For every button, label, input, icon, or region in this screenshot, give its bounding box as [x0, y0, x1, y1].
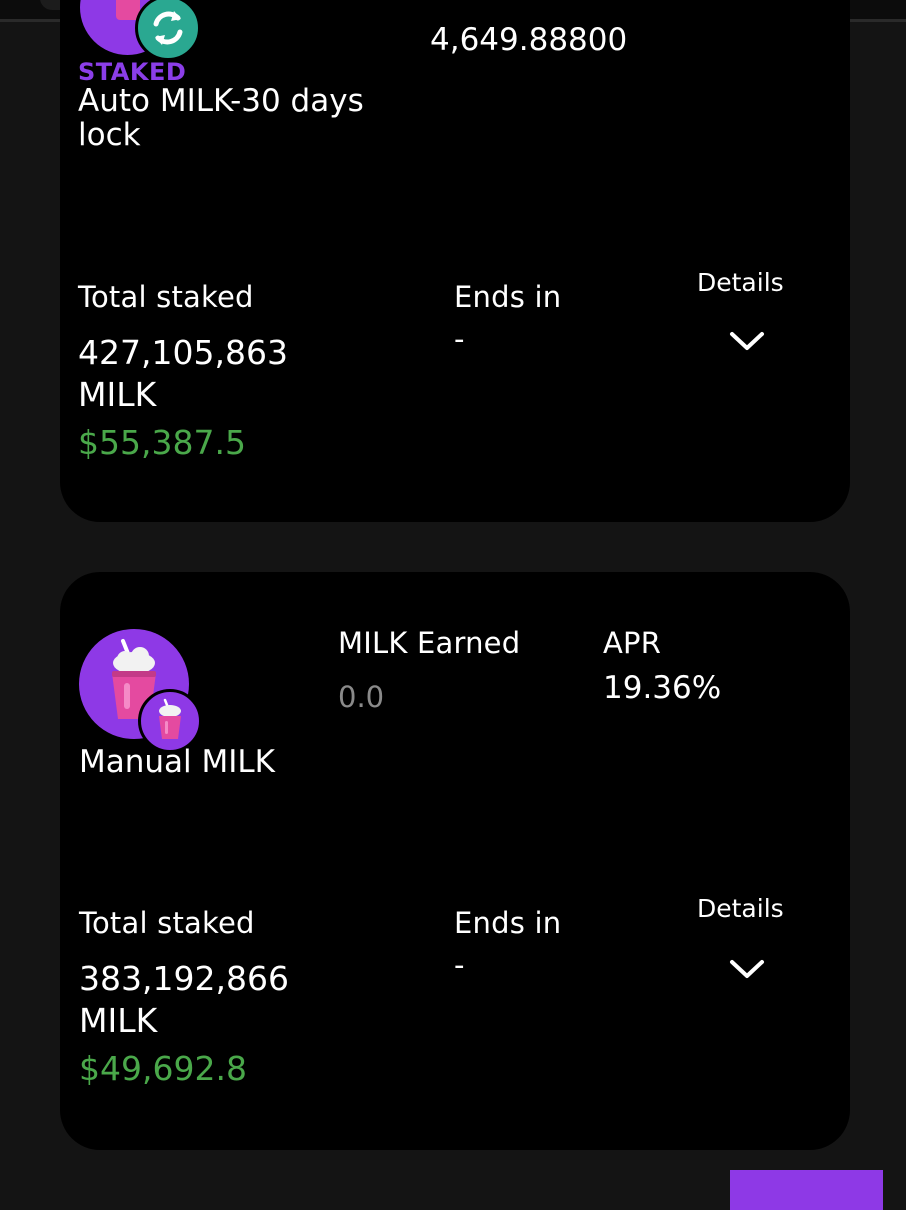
action-button[interactable] — [730, 1170, 883, 1210]
total-staked-label: Total staked — [78, 280, 254, 314]
pool-name: Auto MILK-30 days lock — [78, 83, 364, 153]
ends-in-label: Ends in — [454, 906, 562, 940]
ends-in-value: - — [454, 948, 465, 982]
details-toggle-label[interactable]: Details — [697, 894, 784, 923]
total-staked-usd-value: $55,387.5 — [78, 423, 246, 462]
total-staked-label: Total staked — [79, 906, 255, 940]
staked-amount-value: 4,649.88800 — [430, 22, 628, 58]
chevron-down-icon[interactable] — [729, 959, 765, 979]
milk-earned-label: MILK Earned — [338, 626, 521, 660]
details-toggle-label[interactable]: Details — [697, 268, 784, 297]
chevron-down-icon[interactable] — [729, 331, 765, 351]
pool-card-manual-milk: Manual MILK MILK Earned 0.0 APR 19.36% T… — [60, 572, 850, 1150]
apr-value: 19.36% — [603, 670, 722, 706]
milk-earned-value: 0.0 — [338, 680, 385, 714]
total-staked-value: 427,105,863 MILK — [78, 333, 288, 414]
ends-in-label: Ends in — [454, 280, 562, 314]
pool-card-auto-milk: STAKED Auto MILK-30 days lock 4,649.8880… — [60, 0, 850, 522]
apr-label: APR — [603, 626, 662, 660]
total-staked-value: 383,192,866 MILK — [79, 959, 289, 1040]
total-staked-usd-value: $49,692.8 — [79, 1049, 247, 1088]
staked-status-tag: STAKED — [78, 58, 187, 86]
auto-compound-refresh-icon — [135, 0, 201, 61]
pool-name: Manual MILK — [79, 744, 275, 780]
ends-in-value: - — [454, 322, 465, 356]
